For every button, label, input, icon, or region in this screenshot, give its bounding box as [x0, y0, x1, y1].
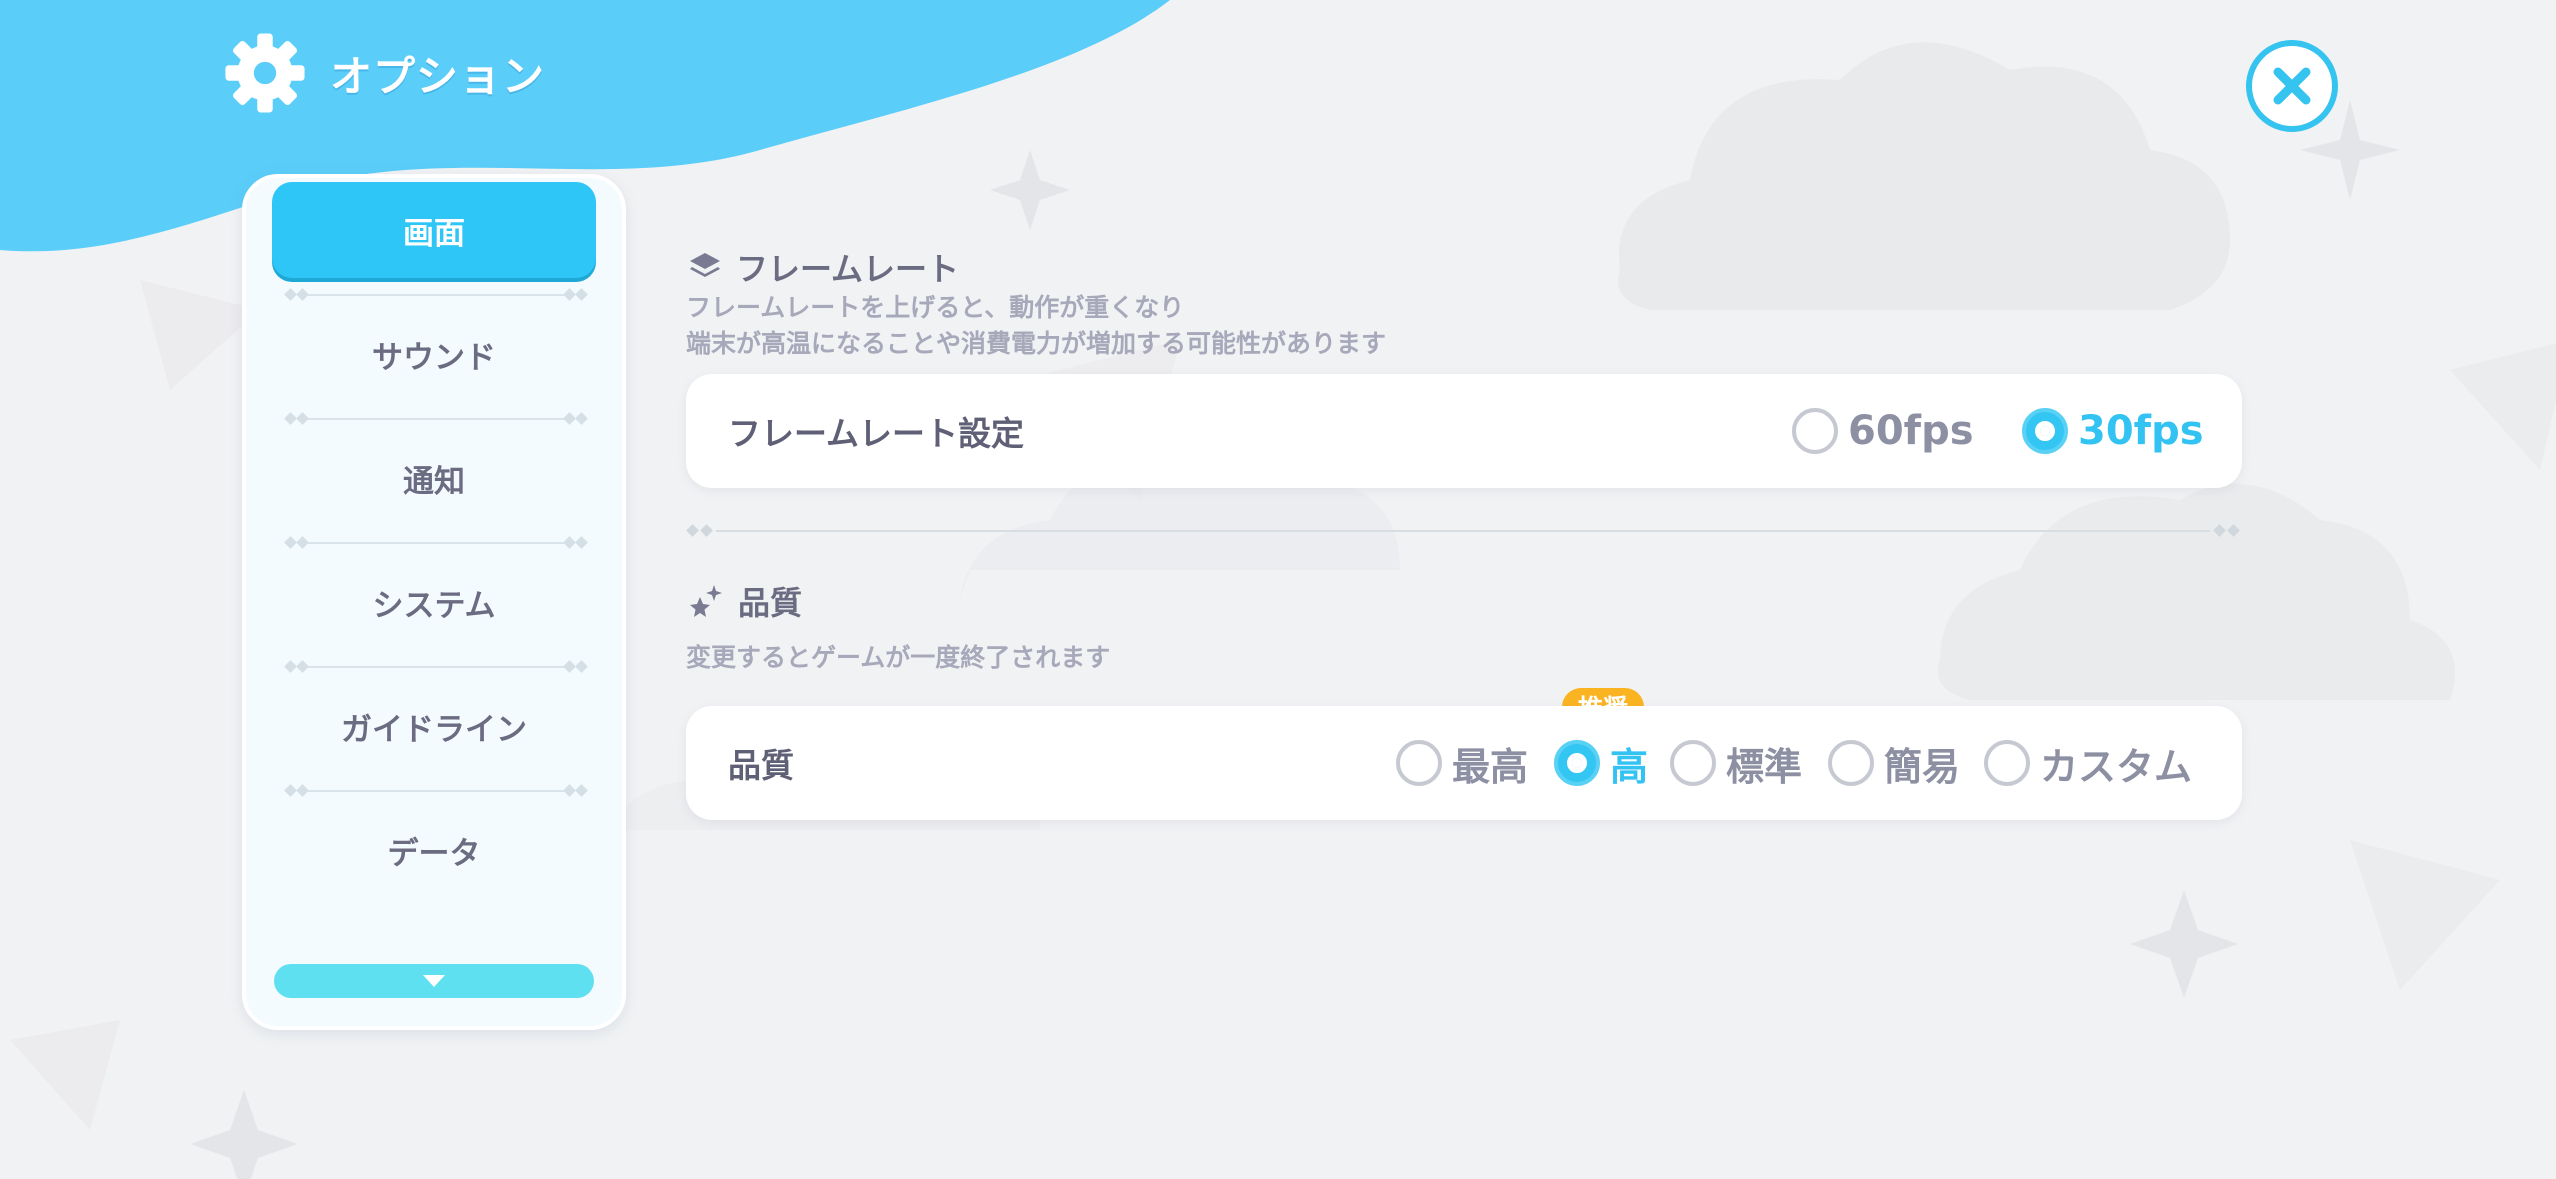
radio-selected[interactable] — [1554, 740, 1600, 786]
sidebar-item-notifications[interactable]: 通知 — [272, 430, 596, 526]
sparkle-star-icon — [690, 585, 722, 617]
framerate-description: フレームレートを上げると、動作が重くなり 端末が高温になることや消費電力が増加す… — [686, 290, 1386, 362]
quality-option-simple[interactable]: 簡易 — [1828, 706, 1960, 820]
close-icon — [2273, 67, 2311, 105]
option-label: 高 — [1610, 744, 1649, 789]
quality-setting-label: 品質 — [728, 746, 794, 785]
radio-unselected[interactable] — [1396, 740, 1442, 786]
sidebar-scroll-down-button[interactable] — [274, 964, 594, 998]
chevron-down-icon — [423, 975, 445, 987]
option-label: カスタム — [2040, 744, 2193, 789]
quality-setting-panel: 品質 最高 高 標準 簡易 カスタム — [686, 706, 2242, 820]
quality-section-title: 品質 — [738, 584, 803, 622]
sidebar-item-system[interactable]: システム — [272, 554, 596, 650]
radio-unselected[interactable] — [1984, 740, 2030, 786]
sidebar-item-label: システム — [372, 587, 496, 624]
sidebar-item-label: データ — [387, 835, 481, 872]
sidebar-item-data[interactable]: データ — [272, 802, 596, 898]
option-label: 30fps — [2078, 408, 2204, 454]
sidebar-divider — [284, 412, 588, 426]
radio-unselected[interactable] — [1828, 740, 1874, 786]
page-header: オプション — [222, 30, 545, 116]
page-title: オプション — [330, 51, 546, 101]
radio-selected[interactable] — [2022, 408, 2068, 454]
sidebar-item-label: 通知 — [403, 463, 465, 500]
sidebar-item-guidelines[interactable]: ガイドライン — [272, 678, 596, 774]
quality-option-standard[interactable]: 標準 — [1670, 706, 1802, 820]
sidebar-divider — [284, 288, 588, 302]
framerate-option-30fps[interactable]: 30fps — [2022, 374, 2204, 488]
framerate-setting-panel: フレームレート設定 60fps 30fps — [686, 374, 2242, 488]
framerate-desc-line1: フレームレートを上げると、動作が重くなり — [686, 293, 1185, 322]
quality-section-header: 品質 — [688, 578, 802, 624]
sidebar-menu: 画面 サウンド 通知 システム ガイドライン データ — [242, 174, 626, 1030]
sidebar-item-label: サウンド — [372, 339, 496, 376]
sidebar-item-display[interactable]: 画面 — [272, 182, 596, 278]
option-label: 標準 — [1726, 744, 1803, 789]
option-label: 簡易 — [1884, 744, 1961, 789]
quality-option-high[interactable]: 高 — [1554, 706, 1648, 820]
framerate-section-title: フレームレート — [736, 250, 960, 288]
option-label: 60fps — [1848, 408, 1974, 454]
radio-unselected[interactable] — [1670, 740, 1716, 786]
option-label: 最高 — [1452, 744, 1529, 789]
framerate-option-60fps[interactable]: 60fps — [1792, 374, 1974, 488]
radio-unselected[interactable] — [1792, 408, 1838, 454]
sidebar-divider — [284, 784, 588, 798]
framerate-desc-line2: 端末が高温になることや消費電力が増加する可能性があります — [686, 329, 1387, 358]
quality-option-highest[interactable]: 最高 — [1396, 706, 1528, 820]
quality-option-custom[interactable]: カスタム — [1984, 706, 2192, 820]
section-divider — [686, 524, 2240, 538]
sidebar-item-label: 画面 — [403, 215, 465, 252]
framerate-section-header: フレームレート — [688, 244, 959, 290]
sidebar-item-label: ガイドライン — [341, 711, 527, 748]
close-button[interactable] — [2246, 40, 2338, 132]
sidebar-divider — [284, 660, 588, 674]
layers-icon — [690, 253, 720, 277]
gear-icon — [222, 30, 308, 116]
quality-description: 変更するとゲームが一度終了されます — [686, 643, 1111, 672]
framerate-setting-label: フレームレート設定 — [728, 414, 1025, 453]
sidebar-divider — [284, 536, 588, 550]
sidebar-item-sound[interactable]: サウンド — [272, 306, 596, 402]
